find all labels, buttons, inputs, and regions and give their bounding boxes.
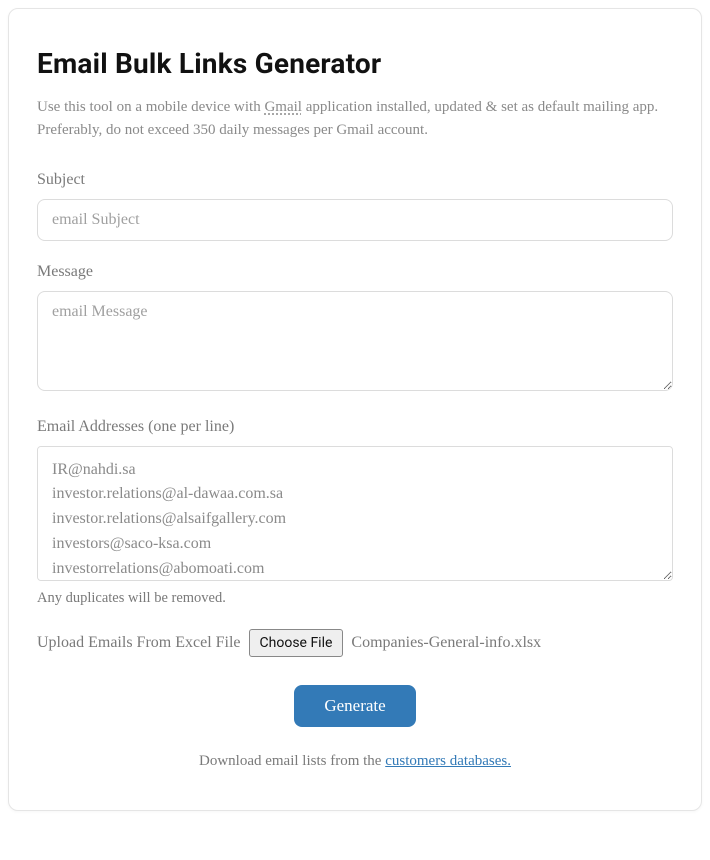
footer-before: Download email lists from the bbox=[199, 753, 385, 769]
message-field: Message bbox=[37, 263, 673, 396]
main-card: Email Bulk Links Generator Use this tool… bbox=[8, 8, 702, 811]
upload-row: Upload Emails From Excel File Choose Fil… bbox=[37, 629, 673, 657]
generate-wrap: Generate bbox=[37, 685, 673, 727]
intro-text: Use this tool on a mobile device with Gm… bbox=[37, 96, 673, 143]
emails-field: Email Addresses (one per line) Any dupli… bbox=[37, 418, 673, 607]
choose-file-button[interactable]: Choose File bbox=[249, 629, 344, 657]
emails-input[interactable] bbox=[37, 446, 673, 581]
message-label: Message bbox=[37, 263, 673, 281]
footer-text: Download email lists from the customers … bbox=[37, 753, 673, 770]
subject-input[interactable] bbox=[37, 199, 673, 241]
generate-button[interactable]: Generate bbox=[294, 685, 415, 727]
upload-filename: Companies-General-info.xlsx bbox=[351, 634, 541, 652]
upload-label: Upload Emails From Excel File bbox=[37, 634, 241, 652]
subject-label: Subject bbox=[37, 171, 673, 189]
gmail-link[interactable]: Gmail bbox=[264, 99, 302, 115]
customers-databases-link[interactable]: customers databases. bbox=[385, 753, 511, 769]
emails-label: Email Addresses (one per line) bbox=[37, 418, 673, 436]
subject-field: Subject bbox=[37, 171, 673, 241]
intro-before: Use this tool on a mobile device with bbox=[37, 99, 264, 115]
emails-hint: Any duplicates will be removed. bbox=[37, 590, 673, 607]
message-input[interactable] bbox=[37, 291, 673, 391]
page-title: Email Bulk Links Generator bbox=[37, 47, 673, 80]
